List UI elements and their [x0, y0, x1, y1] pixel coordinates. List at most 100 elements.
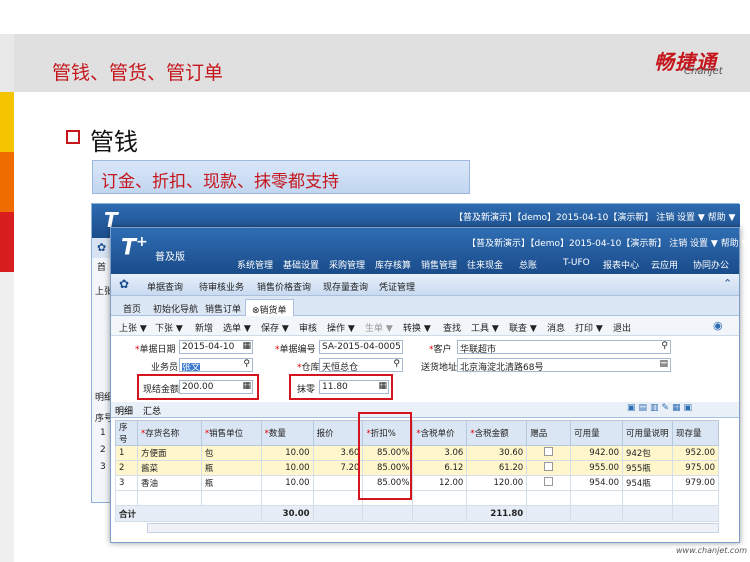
- sales-app-window: T+ 普及版 【普及新演示】【demo】2015-04-10【演示新】 注销 设…: [110, 227, 748, 543]
- doc-no-label: *单据编号: [275, 345, 316, 355]
- col-no[interactable]: 序号: [115, 420, 138, 446]
- print-button[interactable]: 打印 ▼: [575, 321, 603, 334]
- help-icon[interactable]: ◉: [713, 319, 723, 332]
- col-unit-price[interactable]: *含税单价: [412, 420, 468, 446]
- grid-header-row: 序号 *存货名称 *销售单位 *数量 报价 *折扣% *含税单价 *含税金额 赠…: [115, 420, 720, 446]
- collapse-icon[interactable]: ⌃: [723, 277, 732, 290]
- col-qty[interactable]: *数量: [260, 420, 314, 446]
- gift-checkbox[interactable]: [544, 477, 554, 486]
- quick-pending-review[interactable]: 待审核业务: [199, 280, 244, 293]
- close-icon[interactable]: ⊗: [252, 306, 260, 316]
- warehouse-label: *仓库: [297, 363, 320, 373]
- search-icon[interactable]: ⚲: [243, 359, 250, 369]
- slide-left-accent-bar: [0, 0, 14, 562]
- prev-button[interactable]: 上张 ▼: [119, 321, 147, 334]
- nav-sales[interactable]: 销售管理: [421, 258, 457, 271]
- generate-button[interactable]: 生单 ▼: [365, 321, 393, 334]
- col-on-hand[interactable]: 现存量: [671, 420, 720, 446]
- table-row[interactable]: 1 方便面包 10.00 3.60 85.00% 3.06 30.60 942.00 942包 9…: [115, 445, 720, 461]
- footer-url: www.chanjet.com: [676, 546, 748, 555]
- tab-home[interactable]: 首页: [117, 299, 147, 316]
- col-available-note[interactable]: 可用量说明: [622, 420, 673, 446]
- rounding-highlight-box: [289, 374, 393, 400]
- approve-button[interactable]: 审核: [299, 321, 317, 334]
- clerk-label: 业务员: [151, 363, 179, 373]
- date-label: *单据日期: [135, 345, 176, 355]
- edit-icon[interactable]: ▤: [659, 359, 668, 369]
- linked-query-button[interactable]: 联查 ▼: [509, 321, 537, 334]
- document-header-form: *单据日期 2015-04-10 ▦ *单据编号 SA-2015-04-0005 …: [111, 336, 739, 406]
- tab-summary[interactable]: 汇总: [143, 404, 161, 417]
- line-items-grid: 序号 *存货名称 *销售单位 *数量 报价 *折扣% *含税单价 *含税金额 赠…: [115, 420, 720, 530]
- message-button[interactable]: 消息: [547, 321, 565, 334]
- tab-sales-order[interactable]: 销售订单: [199, 299, 247, 316]
- calendar-icon[interactable]: ▦: [242, 341, 251, 351]
- warehouse-field[interactable]: 天恒总仓 ⚲: [319, 358, 403, 372]
- nav-report-center[interactable]: 报表中心: [603, 258, 639, 271]
- nav-system[interactable]: 系统管理: [237, 258, 273, 271]
- convert-button[interactable]: 转换 ▼: [403, 321, 431, 334]
- nav-ledger[interactable]: 总账: [519, 258, 537, 271]
- gift-checkbox[interactable]: [544, 447, 554, 456]
- tools-button[interactable]: 工具 ▼: [471, 321, 499, 334]
- grid-tool-icons[interactable]: ▣▤▥✎▦▣: [627, 403, 695, 413]
- tab-sales-delivery[interactable]: ⊗销货单: [245, 299, 294, 316]
- date-field[interactable]: 2015-04-10 ▦: [179, 340, 253, 354]
- slide-title: 管钱、管货、管订单: [52, 62, 224, 84]
- doc-no-field[interactable]: SA-2015-04-0005: [319, 340, 403, 354]
- next-button[interactable]: 下张 ▼: [155, 321, 183, 334]
- quick-voucher[interactable]: 凭证管理: [379, 280, 415, 293]
- quick-bar: ✿ 单据查询 待审核业务 销售价格查询 现存量查询 凭证管理 ⌃: [111, 274, 739, 296]
- section-title: 管钱: [90, 128, 138, 156]
- grid-tab-strip: 明细 汇总 ▣▤▥✎▦▣: [111, 402, 739, 418]
- save-button[interactable]: 保存 ▼: [261, 321, 289, 334]
- clerk-field[interactable]: 张文 ⚲: [179, 358, 253, 372]
- section-bullet-icon: [66, 130, 80, 144]
- tab-init-guide[interactable]: 初始化导航: [147, 299, 204, 316]
- app-logo: T+: [121, 234, 148, 261]
- select-button[interactable]: 选单 ▼: [223, 321, 251, 334]
- new-button[interactable]: 新增: [195, 321, 213, 334]
- background-row-no: 2: [100, 445, 106, 455]
- background-top-info: 【普及新演示】【demo】2015-04-10【演示新】 注销 设置 ▼ 帮助 …: [454, 213, 736, 223]
- address-field[interactable]: 北京海淀北清路68号 ▤: [457, 358, 671, 372]
- background-tab-home: 首: [97, 263, 107, 273]
- top-info[interactable]: 【普及新演示】【demo】2015-04-10【演示新】 注销 设置 ▼ 帮助 …: [467, 236, 748, 249]
- nav-cash[interactable]: 往来现金: [467, 258, 503, 271]
- gift-checkbox[interactable]: [544, 462, 554, 471]
- col-unit[interactable]: *销售单位: [200, 420, 262, 446]
- find-button[interactable]: 查找: [443, 321, 461, 334]
- col-gift[interactable]: 赠品: [526, 420, 572, 446]
- total-row: 合计 30.00 211.80: [115, 505, 720, 522]
- quick-price-query[interactable]: 销售价格查询: [257, 280, 311, 293]
- app-edition: 普及版: [155, 252, 185, 263]
- quick-doc-query[interactable]: 单据查询: [147, 280, 183, 293]
- nav-collaboration[interactable]: 协同办公: [693, 258, 729, 271]
- exit-button[interactable]: 退出: [613, 321, 631, 334]
- nav-cloud-apps[interactable]: 云应用: [651, 258, 678, 271]
- brand-logo-en: Chanjet: [684, 66, 723, 77]
- toolbar: 上张 ▼ 下张 ▼ 新增 选单 ▼ 保存 ▼ 审核 操作 ▼ 生单 ▼ 转换 ▼…: [111, 316, 739, 336]
- table-row[interactable]: 3 香油瓶 10.00 85.00% 12.00 120.00 954.00 954瓶 979.…: [115, 475, 720, 491]
- feature-callout: 订金、折扣、现款、抹零都支持: [92, 160, 470, 194]
- table-row[interactable]: 2 酱菜瓶 10.00 7.20 85.00% 6.12 61.20 955.00 955瓶 97…: [115, 460, 720, 476]
- quick-stock-query[interactable]: 现存量查询: [323, 280, 368, 293]
- gear-icon[interactable]: ✿: [119, 277, 129, 291]
- col-item[interactable]: *存货名称: [136, 420, 202, 446]
- customer-field[interactable]: 华联超市 ⚲: [457, 340, 671, 354]
- operate-button[interactable]: 操作 ▼: [327, 321, 355, 334]
- nav-ufo[interactable]: T-UFO: [563, 258, 590, 268]
- col-quote[interactable]: 报价: [312, 420, 364, 446]
- nav-purchase[interactable]: 采购管理: [329, 258, 365, 271]
- nav-basic-settings[interactable]: 基础设置: [283, 258, 319, 271]
- nav-inventory[interactable]: 库存核算: [375, 258, 411, 271]
- cash-highlight-box: [137, 374, 259, 400]
- search-icon[interactable]: ⚲: [393, 359, 400, 369]
- horizontal-scrollbar[interactable]: [147, 523, 719, 533]
- col-available[interactable]: 可用量: [570, 420, 624, 446]
- tab-strip: 首页 初始化导航 销售订单 ⊗销货单: [111, 296, 739, 316]
- tab-detail[interactable]: 明细: [115, 404, 133, 417]
- customer-label: *客户: [429, 345, 452, 355]
- col-amount[interactable]: *含税金额: [466, 420, 528, 446]
- search-icon[interactable]: ⚲: [661, 341, 668, 351]
